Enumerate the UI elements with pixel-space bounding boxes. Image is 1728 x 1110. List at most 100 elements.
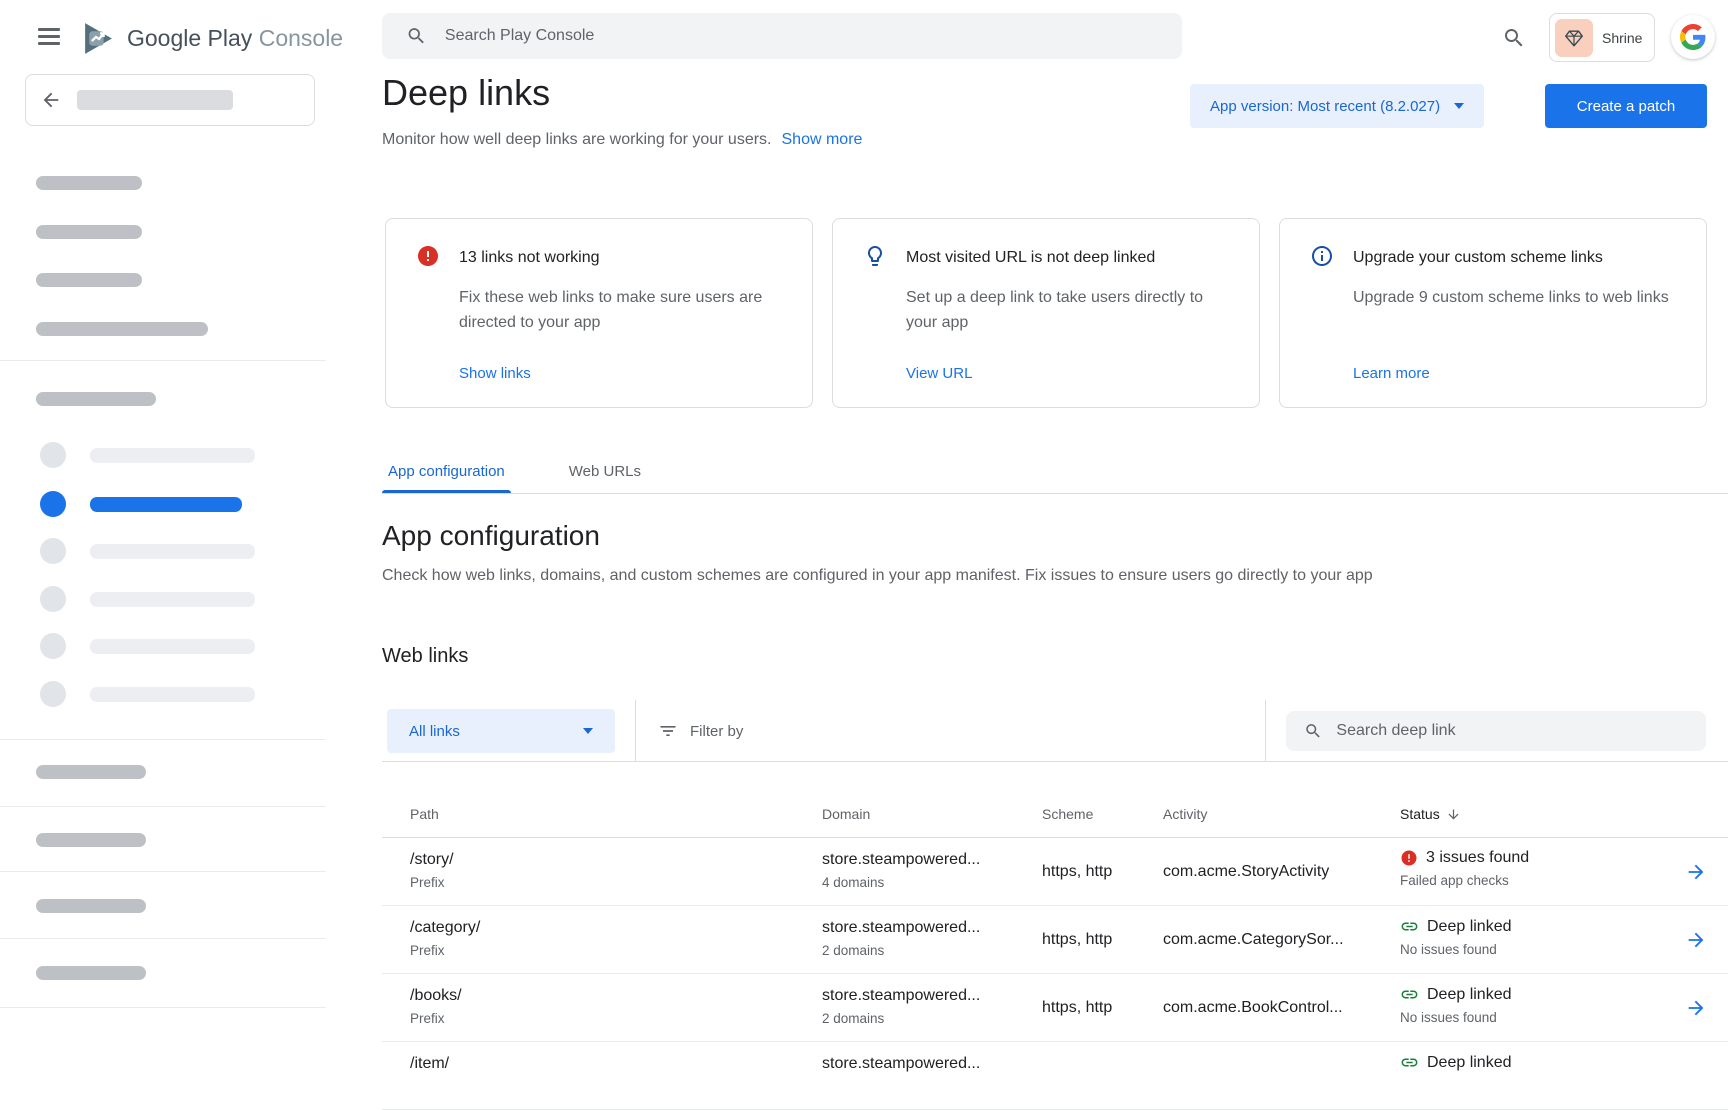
info-icon bbox=[1310, 244, 1334, 268]
section-heading: App configuration bbox=[382, 520, 600, 552]
skeleton-circle bbox=[40, 633, 66, 659]
column-header-status[interactable]: Status bbox=[1400, 806, 1664, 822]
chevron-down-icon bbox=[1454, 103, 1464, 109]
domain-value: store.steampowered... bbox=[822, 987, 1042, 1005]
card-most-visited-url: Most visited URL is not deep linked Set … bbox=[832, 218, 1260, 408]
show-links-link[interactable]: Show links bbox=[459, 365, 531, 382]
table-row[interactable]: /story/ Prefix store.steampowered... 4 d… bbox=[382, 838, 1728, 906]
deep-link-search-input[interactable] bbox=[1336, 722, 1706, 740]
skeleton-circle bbox=[40, 491, 66, 517]
open-row-arrow-icon[interactable] bbox=[1685, 997, 1707, 1019]
column-header-activity[interactable]: Activity bbox=[1163, 806, 1400, 822]
domain-value: store.steampowered... bbox=[822, 919, 1042, 937]
activity-value: com.acme.StoryActivity bbox=[1163, 838, 1400, 905]
play-console-logo: Google Play Console bbox=[80, 18, 343, 58]
column-header-domain[interactable]: Domain bbox=[822, 806, 1042, 822]
sidebar-divider bbox=[0, 360, 326, 361]
domain-count: 4 domains bbox=[822, 875, 1042, 890]
path-value: /category/ bbox=[410, 919, 822, 937]
table-header: Path Domain Scheme Activity Status bbox=[382, 762, 1728, 838]
path-value: /books/ bbox=[410, 987, 822, 1005]
diamond-icon bbox=[1563, 27, 1585, 49]
filter-by-label: Filter by bbox=[690, 723, 743, 740]
tab-web-urls[interactable]: Web URLs bbox=[563, 461, 647, 493]
path-type: Prefix bbox=[410, 875, 822, 890]
skeleton-bar bbox=[36, 833, 146, 847]
skeleton-bar bbox=[36, 765, 146, 779]
skeleton-bar bbox=[77, 90, 233, 110]
open-row-arrow-icon[interactable] bbox=[1685, 861, 1707, 883]
logo-text: Google Play Console bbox=[127, 25, 343, 52]
card-title: Upgrade your custom scheme links bbox=[1353, 246, 1678, 270]
create-patch-button[interactable]: Create a patch bbox=[1545, 84, 1707, 128]
scheme-value: https, http bbox=[1042, 974, 1163, 1041]
open-row-arrow-icon[interactable] bbox=[1685, 929, 1707, 951]
show-more-link[interactable]: Show more bbox=[782, 131, 863, 149]
domain-count: 2 domains bbox=[822, 943, 1042, 958]
search-icon bbox=[1304, 721, 1322, 741]
global-search-input[interactable] bbox=[445, 27, 1182, 45]
card-links-not-working: 13 links not working Fix these web links… bbox=[385, 218, 813, 408]
skeleton-circle bbox=[40, 442, 66, 468]
status-detail: No issues found bbox=[1400, 1010, 1664, 1025]
status-value: Deep linked bbox=[1427, 1054, 1512, 1072]
card-title: 13 links not working bbox=[459, 246, 784, 270]
back-button[interactable] bbox=[25, 74, 315, 126]
tab-app-configuration[interactable]: App configuration bbox=[382, 461, 511, 493]
activity-value: com.acme.BookControl... bbox=[1163, 974, 1400, 1041]
account-avatar[interactable] bbox=[1671, 15, 1715, 59]
app-switcher-chip[interactable]: Shrine bbox=[1549, 13, 1655, 62]
sidebar-nav-item[interactable] bbox=[0, 681, 326, 711]
toolbar-divider bbox=[635, 700, 636, 762]
table-row[interactable]: /category/ Prefix store.steampowered... … bbox=[382, 906, 1728, 974]
skeleton-bar bbox=[36, 966, 146, 980]
menu-icon[interactable] bbox=[38, 28, 60, 44]
web-links-heading: Web links bbox=[382, 645, 468, 668]
status-value: 3 issues found bbox=[1426, 849, 1529, 867]
sidebar-nav-item[interactable] bbox=[0, 538, 326, 568]
sidebar-nav-item-active[interactable] bbox=[0, 491, 326, 521]
skeleton-bar bbox=[90, 639, 255, 654]
sidebar-nav-item[interactable] bbox=[0, 442, 326, 472]
insight-cards: 13 links not working Fix these web links… bbox=[385, 218, 1707, 408]
chevron-down-icon bbox=[583, 728, 593, 734]
skeleton-bar bbox=[36, 176, 142, 190]
table-row[interactable]: /item/ store.steampowered... Deep linked bbox=[382, 1042, 1728, 1110]
global-search[interactable] bbox=[382, 13, 1182, 59]
skeleton-bar bbox=[36, 225, 142, 239]
filter-by-button[interactable]: Filter by bbox=[658, 700, 743, 762]
links-filter-label: All links bbox=[409, 723, 460, 740]
app-version-selector[interactable]: App version: Most recent (8.2.027) bbox=[1190, 84, 1484, 128]
deep-link-icon bbox=[1400, 1053, 1419, 1072]
status-value: Deep linked bbox=[1427, 986, 1512, 1004]
toolbar-divider bbox=[1265, 700, 1266, 762]
card-title: Most visited URL is not deep linked bbox=[906, 246, 1231, 270]
links-filter-dropdown[interactable]: All links bbox=[387, 709, 615, 753]
column-header-path[interactable]: Path bbox=[410, 806, 822, 822]
path-value: /story/ bbox=[410, 851, 822, 869]
search-icon bbox=[406, 25, 427, 47]
sidebar-divider bbox=[0, 806, 326, 807]
lightbulb-icon bbox=[863, 244, 887, 268]
app-chip-label: Shrine bbox=[1602, 30, 1642, 46]
view-url-link[interactable]: View URL bbox=[906, 365, 972, 382]
deep-link-icon bbox=[1400, 917, 1419, 936]
play-console-logo-icon bbox=[80, 20, 117, 57]
sidebar-nav-item[interactable] bbox=[0, 586, 326, 616]
sidebar-divider bbox=[0, 1007, 326, 1008]
table-row[interactable]: /books/ Prefix store.steampowered... 2 d… bbox=[382, 974, 1728, 1042]
deep-link-search[interactable] bbox=[1286, 711, 1706, 751]
secondary-search-icon[interactable] bbox=[1502, 26, 1526, 50]
domain-value: store.steampowered... bbox=[822, 851, 1042, 869]
learn-more-link[interactable]: Learn more bbox=[1353, 365, 1430, 382]
scheme-value bbox=[1042, 1042, 1163, 1109]
skeleton-bar bbox=[90, 687, 255, 702]
skeleton-bar bbox=[90, 497, 242, 512]
sidebar-nav-item[interactable] bbox=[0, 633, 326, 663]
top-app-bar: Google Play Console Shrine bbox=[0, 0, 1728, 72]
column-header-scheme[interactable]: Scheme bbox=[1042, 806, 1163, 822]
skeleton-section-label bbox=[36, 392, 156, 406]
skeleton-bar bbox=[36, 899, 146, 913]
section-description: Check how web links, domains, and custom… bbox=[382, 567, 1373, 585]
domain-value: store.steampowered... bbox=[822, 1055, 1042, 1073]
